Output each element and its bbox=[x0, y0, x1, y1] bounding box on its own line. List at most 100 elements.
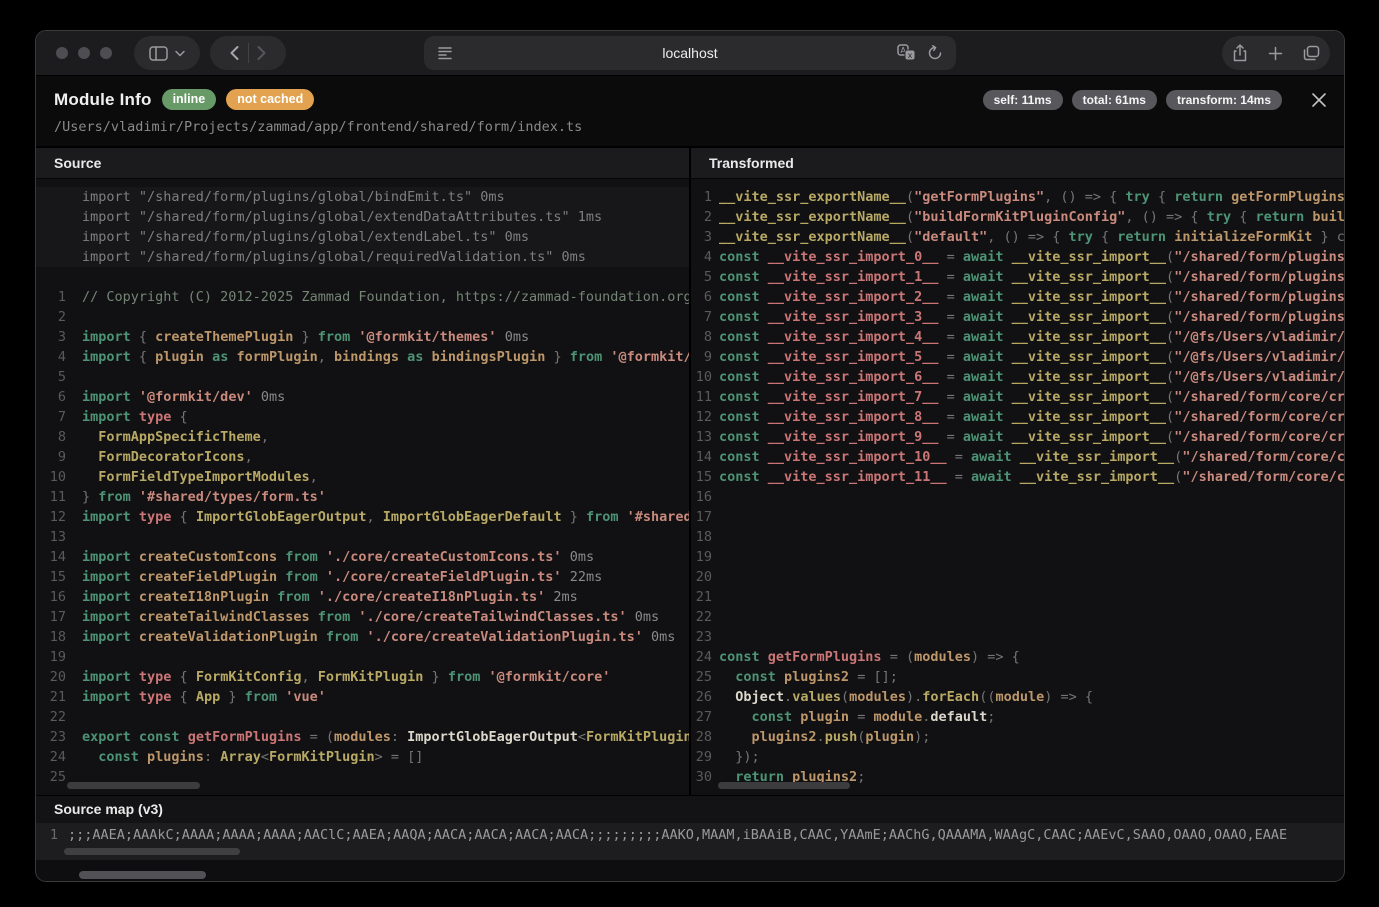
code-line: 9 FormDecoratorIcons, bbox=[36, 447, 689, 467]
code-line: 10const __vite_ssr_import_6__ = await __… bbox=[691, 367, 1344, 387]
browser-toolbar: localhost A x bbox=[36, 31, 1344, 76]
code-line: 8 FormAppSpecificTheme, bbox=[36, 427, 689, 447]
code-line: 10 FormFieldTypeImportModules, bbox=[36, 467, 689, 487]
code-line: 13const __vite_ssr_import_9__ = await __… bbox=[691, 427, 1344, 447]
code-line: 16 bbox=[691, 487, 1344, 507]
code-line: 1;;;AAEA;AAAkC;AAAA;AAAA;AAAA;AAClC;AAEA… bbox=[36, 825, 1344, 845]
code-line: 16import createI18nPlugin from './core/c… bbox=[36, 587, 689, 607]
code-line: 1__vite_ssr_exportName__("getFormPlugins… bbox=[691, 187, 1344, 207]
nav-buttons bbox=[210, 36, 286, 70]
code-line: 19 bbox=[36, 647, 689, 667]
badge-inline: inline bbox=[162, 89, 217, 110]
source-panel: Source import "/shared/form/plugins/glob… bbox=[36, 148, 689, 795]
code-line: 25 const plugins2 = []; bbox=[691, 667, 1344, 687]
code-line: 1// Copyright (C) 2012-2025 Zammad Found… bbox=[36, 287, 689, 307]
code-line: 21import type { App } from 'vue' bbox=[36, 687, 689, 707]
code-line: 9const __vite_ssr_import_5__ = await __v… bbox=[691, 347, 1344, 367]
code-line: 14import createCustomIcons from './core/… bbox=[36, 547, 689, 567]
code-line: import "/shared/form/plugins/global/bind… bbox=[36, 187, 689, 207]
code-line: 4const __vite_ssr_import_0__ = await __v… bbox=[691, 247, 1344, 267]
code-line: 3import { createThemePlugin } from '@for… bbox=[36, 327, 689, 347]
source-code[interactable]: import "/shared/form/plugins/global/bind… bbox=[36, 179, 689, 795]
module-file-path: /Users/vladimir/Projects/zammad/app/fron… bbox=[54, 119, 1326, 135]
nav-divider bbox=[248, 43, 249, 63]
code-line: 23 bbox=[691, 627, 1344, 647]
code-line: 6import '@formkit/dev' 0ms bbox=[36, 387, 689, 407]
sidebar-icon bbox=[149, 46, 168, 61]
code-line: 24const getFormPlugins = (modules) => { bbox=[691, 647, 1344, 667]
browser-window: localhost A x bbox=[35, 30, 1345, 882]
sourcemap-hscrollbar[interactable] bbox=[64, 848, 240, 855]
transformed-code[interactable]: 1__vite_ssr_exportName__("getFormPlugins… bbox=[691, 179, 1344, 795]
back-icon[interactable] bbox=[230, 46, 239, 60]
traffic-lights bbox=[56, 47, 112, 59]
code-line: import "/shared/form/plugins/global/requ… bbox=[36, 247, 689, 267]
transformed-hscrollbar[interactable] bbox=[718, 782, 850, 789]
zoom-window-button[interactable] bbox=[100, 47, 112, 59]
code-line: 22 bbox=[36, 707, 689, 727]
close-window-button[interactable] bbox=[56, 47, 68, 59]
source-panel-title: Source bbox=[36, 148, 689, 179]
sourcemap-title: Source map (v3) bbox=[36, 796, 1344, 823]
code-line: 11} from '#shared/types/form.ts' bbox=[36, 487, 689, 507]
code-line: 24 const plugins: Array<FormKitPlugin> =… bbox=[36, 747, 689, 767]
sourcemap-section: Source map (v3) 1;;;AAEA;AAAkC;AAAA;AAAA… bbox=[36, 795, 1344, 860]
transformed-panel: Transformed 1__vite_ssr_exportName__("ge… bbox=[691, 148, 1344, 795]
timing-badges: self: 11ms total: 61ms transform: 14ms bbox=[983, 90, 1282, 110]
code-line: 13 bbox=[36, 527, 689, 547]
code-line: 8const __vite_ssr_import_4__ = await __v… bbox=[691, 327, 1344, 347]
address-bar[interactable]: localhost A x bbox=[424, 36, 956, 70]
code-line: 19 bbox=[691, 547, 1344, 567]
minimize-window-button[interactable] bbox=[78, 47, 90, 59]
code-line: 11const __vite_ssr_import_7__ = await __… bbox=[691, 387, 1344, 407]
code-line: 26 Object.values(modules).forEach((modul… bbox=[691, 687, 1344, 707]
close-icon[interactable] bbox=[1309, 90, 1329, 110]
toolbar-actions bbox=[1222, 36, 1330, 70]
code-line: 2 bbox=[36, 307, 689, 327]
code-line: 23export const getFormPlugins = (modules… bbox=[36, 727, 689, 747]
code-line: import "/shared/form/plugins/global/exte… bbox=[36, 207, 689, 227]
code-line: 20 bbox=[691, 567, 1344, 587]
code-line: 17import createTailwindClasses from './c… bbox=[36, 607, 689, 627]
page-title: Module Info bbox=[54, 90, 152, 110]
code-line: 5const __vite_ssr_import_1__ = await __v… bbox=[691, 267, 1344, 287]
reload-icon[interactable] bbox=[927, 45, 943, 61]
code-line: 29 }); bbox=[691, 747, 1344, 767]
code-line: 12const __vite_ssr_import_8__ = await __… bbox=[691, 407, 1344, 427]
code-line: 18import createValidationPlugin from './… bbox=[36, 627, 689, 647]
code-line: 27 const plugin = module.default; bbox=[691, 707, 1344, 727]
page-format-icon[interactable] bbox=[437, 45, 453, 61]
new-tab-icon[interactable] bbox=[1268, 46, 1283, 61]
badge-not-cached: not cached bbox=[226, 89, 314, 110]
sourcemap-strip: 1;;;AAEA;AAAkC;AAAA;AAAA;AAAA;AAClC;AAEA… bbox=[36, 823, 1344, 860]
code-line: 7import type { bbox=[36, 407, 689, 427]
code-line: 15import createFieldPlugin from './core/… bbox=[36, 567, 689, 587]
code-line: import "/shared/form/plugins/global/exte… bbox=[36, 227, 689, 247]
transformed-panel-title: Transformed bbox=[691, 148, 1344, 179]
code-line: 28 plugins2.push(plugin); bbox=[691, 727, 1344, 747]
tab-overview-icon[interactable] bbox=[1303, 45, 1320, 61]
code-line: 18 bbox=[691, 527, 1344, 547]
chevron-down-icon bbox=[175, 50, 185, 57]
translate-icon[interactable]: A x bbox=[897, 44, 916, 61]
forward-icon[interactable] bbox=[257, 46, 266, 60]
share-icon[interactable] bbox=[1232, 44, 1248, 62]
code-line: 5 bbox=[36, 367, 689, 387]
code-line: 12import type { ImportGlobEagerOutput, I… bbox=[36, 507, 689, 527]
code-line: 6const __vite_ssr_import_2__ = await __v… bbox=[691, 287, 1344, 307]
code-line: 3__vite_ssr_exportName__("default", () =… bbox=[691, 227, 1344, 247]
url-text: localhost bbox=[662, 45, 717, 61]
page-hscrollbar[interactable] bbox=[79, 871, 206, 879]
sourcemap-code[interactable]: 1;;;AAEA;AAAkC;AAAA;AAAA;AAAA;AAClC;AAEA… bbox=[36, 825, 1344, 845]
code-line: 20import type { FormKitConfig, FormKitPl… bbox=[36, 667, 689, 687]
timing-total: total: 61ms bbox=[1072, 90, 1157, 110]
code-line: 7const __vite_ssr_import_3__ = await __v… bbox=[691, 307, 1344, 327]
code-panels: Source import "/shared/form/plugins/glob… bbox=[36, 148, 1344, 795]
source-hscrollbar[interactable] bbox=[67, 782, 200, 789]
timing-transform: transform: 14ms bbox=[1166, 90, 1282, 110]
module-info-header: Module Info inline not cached self: 11ms… bbox=[36, 76, 1344, 148]
code-line: 21 bbox=[691, 587, 1344, 607]
sidebar-toggle-button[interactable] bbox=[134, 36, 200, 70]
code-line: 14const __vite_ssr_import_10__ = await _… bbox=[691, 447, 1344, 467]
code-line: 22 bbox=[691, 607, 1344, 627]
